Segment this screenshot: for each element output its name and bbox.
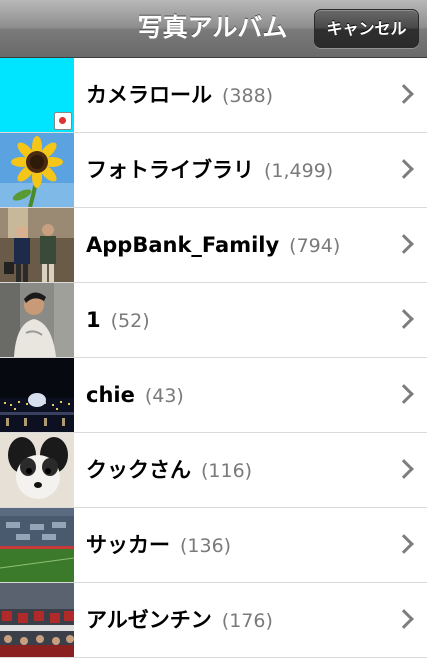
camera-icon	[54, 112, 72, 130]
album-count: (136)	[180, 535, 232, 557]
sunflower-thumbnail	[0, 133, 74, 207]
chevron-right-icon	[394, 384, 414, 404]
album-list: カメラロール (388) フォトライブラリ (1,499) AppBank_Fa…	[0, 58, 427, 658]
album-name: AppBank_Family	[86, 233, 280, 257]
album-row-camera-roll[interactable]: カメラロール (388)	[0, 58, 427, 133]
album-count: (43)	[144, 385, 184, 407]
person-photo-thumbnail	[0, 283, 74, 357]
chevron-right-icon	[394, 609, 414, 629]
album-name: 1	[86, 308, 101, 332]
album-count: (388)	[222, 85, 274, 107]
chevron-right-icon	[394, 459, 414, 479]
album-name: クックさん	[86, 458, 191, 482]
chevron-right-icon	[394, 234, 414, 254]
album-count: (794)	[289, 235, 341, 257]
cancel-button[interactable]: キャンセル	[314, 9, 419, 48]
chevron-right-icon	[394, 84, 414, 104]
album-count: (116)	[201, 460, 253, 482]
night-city-thumbnail	[0, 358, 74, 432]
album-count: (176)	[221, 610, 273, 632]
group-photo-thumbnail	[0, 208, 74, 282]
album-row-cook-san[interactable]: クックさん (116)	[0, 433, 427, 508]
album-row-chie[interactable]: chie (43)	[0, 358, 427, 433]
album-name: サッカー	[86, 533, 170, 557]
puppy-thumbnail	[0, 433, 74, 507]
album-count: (52)	[110, 310, 150, 332]
chevron-right-icon	[394, 534, 414, 554]
album-row-photo-library[interactable]: フォトライブラリ (1,499)	[0, 133, 427, 208]
album-name: フォトライブラリ	[86, 158, 254, 182]
crowd-thumbnail	[0, 583, 74, 657]
album-row-argentina[interactable]: アルゼンチン (176)	[0, 583, 427, 658]
album-name: アルゼンチン	[86, 608, 212, 632]
album-row-1[interactable]: 1 (52)	[0, 283, 427, 358]
album-row-soccer[interactable]: サッカー (136)	[0, 508, 427, 583]
album-name: chie	[86, 383, 135, 407]
chevron-right-icon	[394, 159, 414, 179]
camera-roll-thumbnail	[0, 58, 74, 132]
navigation-bar: 写真アルバム キャンセル	[0, 0, 427, 58]
album-name: カメラロール	[86, 83, 212, 107]
stadium-thumbnail	[0, 508, 74, 582]
album-row-appbank-family[interactable]: AppBank_Family (794)	[0, 208, 427, 283]
album-count: (1,499)	[264, 160, 334, 182]
page-title: 写真アルバム	[137, 13, 288, 42]
chevron-right-icon	[394, 309, 414, 329]
